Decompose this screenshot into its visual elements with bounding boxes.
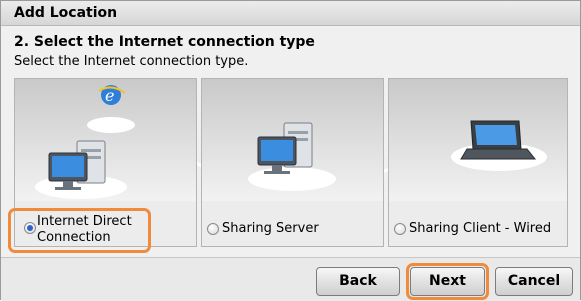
step-title: 2. Select the Internet connection type bbox=[14, 34, 315, 50]
sharing-client-wired-label: Sharing Client - Wired bbox=[409, 221, 552, 236]
option-row[interactable]: Sharing Server bbox=[202, 201, 383, 246]
sharing-client-wired-radio[interactable] bbox=[394, 223, 406, 235]
computer-with-internet-icon: e bbox=[35, 85, 135, 199]
button-bar bbox=[1, 257, 580, 301]
add-location-dialog: Add Location 2. Select the Internet conn… bbox=[0, 0, 581, 301]
option-row[interactable]: Sharing Client - Wired bbox=[389, 201, 567, 246]
option-illustration bbox=[389, 79, 567, 201]
laptop-icon bbox=[451, 120, 547, 171]
option-illustration bbox=[202, 79, 383, 201]
title-bar: Add Location bbox=[1, 1, 580, 26]
svg-text:e: e bbox=[105, 86, 114, 105]
option-illustration: e bbox=[15, 79, 196, 201]
server-computer-icon bbox=[248, 122, 336, 191]
back-button[interactable]: Back bbox=[316, 267, 400, 296]
cancel-button[interactable]: Cancel bbox=[495, 267, 573, 296]
sharing-server-radio[interactable] bbox=[207, 223, 219, 235]
next-button[interactable]: Next bbox=[410, 267, 485, 296]
selected-option-highlight bbox=[8, 208, 151, 253]
sharing-server-label: Sharing Server bbox=[222, 221, 319, 236]
option-panel-sharing-client-wired[interactable]: Sharing Client - Wired bbox=[388, 78, 568, 247]
window-title: Add Location bbox=[14, 5, 118, 21]
step-description: Select the Internet connection type. bbox=[14, 54, 249, 69]
option-panel-sharing-server[interactable]: Sharing Server bbox=[201, 78, 384, 247]
